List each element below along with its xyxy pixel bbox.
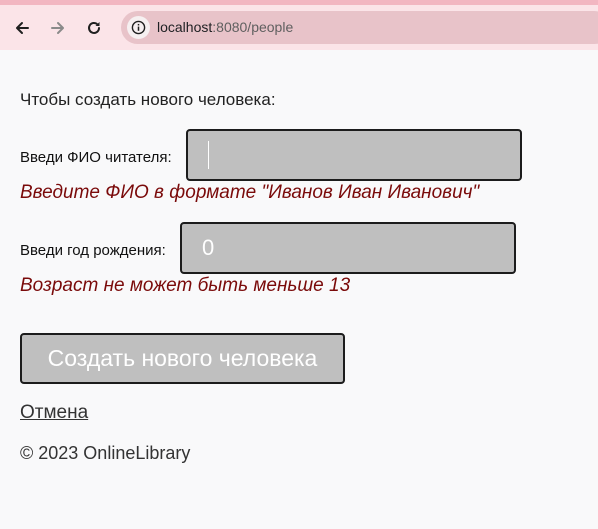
name-input[interactable]: [186, 129, 522, 181]
name-label: Введи ФИО читателя:: [20, 149, 172, 166]
year-input[interactable]: 0: [180, 222, 516, 274]
arrow-right-icon: [51, 22, 64, 34]
form-intro: Чтобы создать нового человека:: [20, 90, 276, 109]
cancel-link[interactable]: Отмена: [20, 402, 88, 424]
address-bar[interactable]: localhost:8080/people: [121, 11, 598, 44]
year-error: Возраст не может быть меньше 13: [20, 275, 351, 296]
year-label: Введи год рождения:: [20, 242, 166, 259]
site-info-icon[interactable]: [127, 16, 150, 39]
forward-button[interactable]: [43, 13, 73, 43]
reload-icon: [88, 21, 100, 34]
name-error: Введите ФИО в формате "Иванов Иван Ивано…: [20, 182, 480, 203]
reload-button[interactable]: [79, 13, 109, 43]
text-caret: [208, 141, 209, 169]
url-host: localhost: [157, 19, 213, 35]
back-button[interactable]: [7, 13, 37, 43]
browser-toolbar: localhost:8080/people: [0, 5, 598, 50]
url-path: :8080/people: [212, 19, 294, 35]
url-text: localhost:8080/people: [157, 19, 293, 35]
create-person-button[interactable]: Создать нового человека: [20, 333, 345, 384]
year-input-value: 0: [202, 235, 215, 260]
arrow-left-icon: [16, 22, 29, 34]
footer-copyright: © 2023 OnlineLibrary: [20, 443, 191, 463]
